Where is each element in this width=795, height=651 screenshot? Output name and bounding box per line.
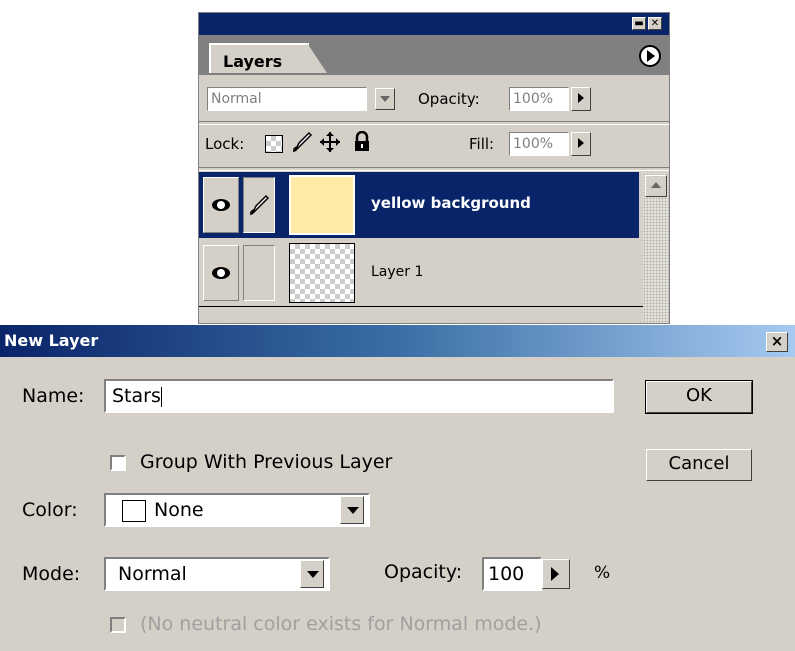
layer-name[interactable]: Layer 1 bbox=[371, 264, 423, 280]
scroll-up-icon[interactable] bbox=[645, 175, 667, 197]
dialog-title: New Layer bbox=[4, 331, 99, 350]
fill-label: Fill: bbox=[469, 135, 495, 153]
ok-button[interactable]: OK bbox=[645, 380, 753, 414]
separator bbox=[199, 121, 669, 125]
layer-thumbnail bbox=[289, 243, 355, 303]
separator bbox=[199, 306, 643, 307]
eye-icon bbox=[212, 267, 230, 279]
name-input[interactable]: Stars bbox=[104, 379, 614, 413]
neutral-label: (No neutral color exists for Normal mode… bbox=[140, 613, 542, 635]
text-cursor bbox=[160, 386, 162, 407]
mode-select[interactable]: Normal bbox=[104, 557, 330, 591]
layer-thumbnail bbox=[289, 175, 355, 235]
neutral-checkbox bbox=[110, 617, 126, 633]
color-label: Color: bbox=[22, 499, 78, 521]
new-layer-dialog: New Layer × Name: Stars OK Cancel Group … bbox=[0, 325, 795, 651]
palette-tab-row: Layers bbox=[199, 35, 669, 75]
lock-all-icon[interactable] bbox=[353, 131, 371, 153]
minimize-icon[interactable]: ▬ bbox=[632, 17, 646, 30]
mode-dropdown-icon[interactable] bbox=[300, 560, 324, 588]
opacity-field[interactable]: 100% bbox=[509, 87, 569, 111]
blend-mode-value: Normal bbox=[211, 91, 262, 107]
separator bbox=[199, 167, 669, 171]
color-select[interactable]: None bbox=[104, 493, 370, 527]
blend-mode-dropdown-icon[interactable] bbox=[375, 88, 395, 110]
color-value: None bbox=[154, 499, 204, 521]
mode-label: Mode: bbox=[22, 563, 81, 585]
link-toggle[interactable] bbox=[243, 177, 275, 233]
layer-row-yellow-background[interactable]: yellow background bbox=[199, 172, 639, 238]
close-icon[interactable]: ✕ bbox=[648, 17, 662, 30]
palette-titlebar[interactable]: ▬ ✕ bbox=[199, 13, 669, 35]
name-label: Name: bbox=[22, 385, 85, 407]
opacity-label: Opacity: bbox=[384, 561, 463, 583]
fill-slider-icon[interactable] bbox=[571, 132, 591, 156]
eye-icon bbox=[212, 199, 230, 211]
color-dropdown-icon[interactable] bbox=[340, 496, 364, 524]
layers-palette: ▬ ✕ Layers Normal Opacity: 100% Lock: Fi… bbox=[198, 12, 670, 324]
opacity-label: Opacity: bbox=[418, 90, 480, 108]
brush-icon bbox=[250, 194, 270, 216]
color-swatch bbox=[122, 499, 146, 522]
opacity-input[interactable]: 100 bbox=[482, 557, 542, 591]
opacity-slider-icon[interactable] bbox=[571, 87, 591, 111]
tab-edge bbox=[307, 43, 327, 73]
close-icon[interactable]: × bbox=[766, 332, 788, 352]
visibility-toggle[interactable] bbox=[203, 177, 239, 233]
opacity-slider-icon[interactable] bbox=[542, 559, 570, 589]
lock-move-icon[interactable] bbox=[319, 131, 341, 153]
percent-label: % bbox=[594, 563, 611, 583]
mode-value: Normal bbox=[118, 563, 187, 585]
group-checkbox[interactable] bbox=[110, 455, 126, 471]
group-label: Group With Previous Layer bbox=[140, 451, 393, 473]
fill-field[interactable]: 100% bbox=[509, 132, 569, 156]
visibility-toggle[interactable] bbox=[203, 245, 239, 301]
blend-mode-select[interactable]: Normal bbox=[207, 87, 367, 111]
layer-row-layer-1[interactable]: Layer 1 bbox=[199, 240, 639, 306]
name-value: Stars bbox=[112, 385, 161, 407]
link-toggle[interactable] bbox=[243, 245, 275, 301]
cancel-button[interactable]: Cancel bbox=[646, 449, 752, 481]
tab-layers[interactable]: Layers bbox=[209, 43, 309, 73]
lock-transparency-icon[interactable] bbox=[265, 135, 283, 153]
lock-label: Lock: bbox=[205, 135, 245, 153]
lock-brush-icon[interactable] bbox=[291, 131, 313, 153]
dialog-titlebar[interactable]: New Layer × bbox=[0, 325, 795, 357]
layer-name[interactable]: yellow background bbox=[371, 194, 531, 212]
palette-menu-icon[interactable] bbox=[639, 45, 661, 67]
